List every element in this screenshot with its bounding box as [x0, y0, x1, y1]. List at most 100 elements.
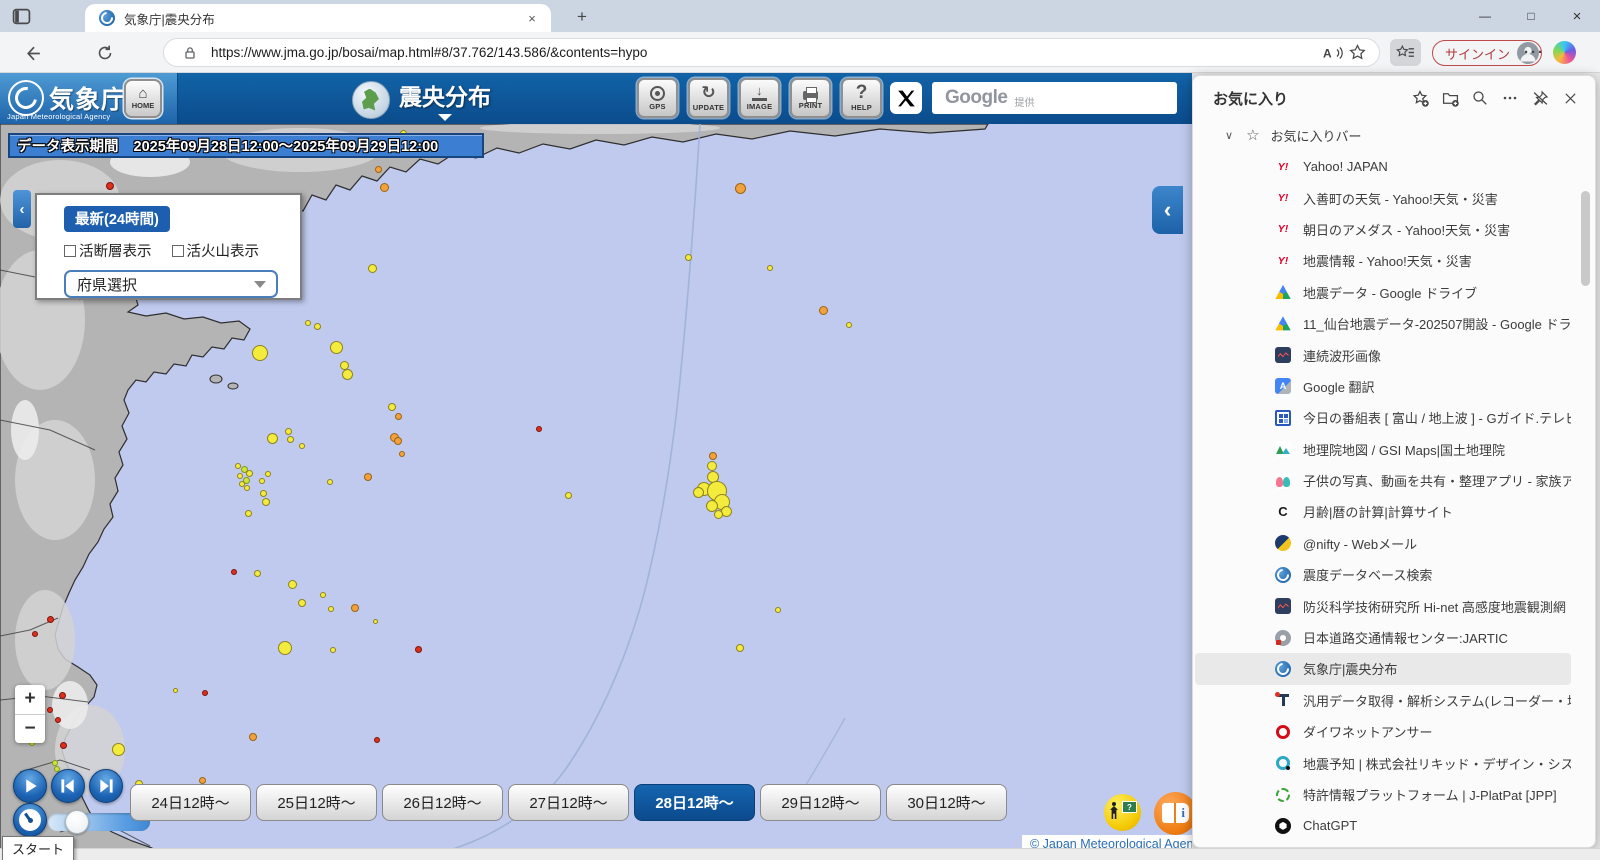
- latest-24h-button[interactable]: 最新(24時間): [64, 206, 170, 232]
- expand-panel-right-button[interactable]: ‹: [1152, 186, 1183, 234]
- refresh-button[interactable]: [92, 41, 118, 65]
- copilot-icon[interactable]: [1553, 41, 1576, 64]
- favorite-item[interactable]: 日本道路交通情報センター:JARTIC: [1195, 622, 1571, 653]
- add-favorite-icon[interactable]: [1407, 85, 1433, 111]
- favorite-item[interactable]: ダイワネットアンサー: [1195, 716, 1571, 747]
- maximize-icon[interactable]: □: [1508, 0, 1554, 32]
- earthquake-dot: [693, 487, 704, 498]
- favorite-item[interactable]: 11_仙台地震データ-202507開設 - Google ドライブ: [1195, 308, 1571, 339]
- favorite-item[interactable]: Yahoo! JAPAN: [1195, 151, 1571, 182]
- update-button[interactable]: UPDATE: [688, 78, 729, 118]
- url-text[interactable]: https://www.jma.go.jp/bosai/map.html#8/3…: [211, 45, 1321, 60]
- favorite-label: 汎用データ取得・解析システム(レコーダー・増幅器: [1303, 691, 1571, 710]
- day-button-4[interactable]: 28日12時〜: [634, 784, 755, 821]
- address-bar[interactable]: https://www.jma.go.jp/bosai/map.html#8/3…: [163, 38, 1380, 67]
- checkbox-icon[interactable]: [172, 245, 184, 257]
- favorite-item[interactable]: ChatGPT: [1195, 810, 1571, 841]
- settings-menu-icon[interactable]: ···: [1524, 44, 1545, 61]
- favorite-label: 連続波形画像: [1303, 346, 1381, 365]
- earthquake-dot: [775, 607, 781, 613]
- active-volcano-checkbox[interactable]: 活火山表示: [172, 240, 260, 261]
- favorite-label: ChatGPT: [1303, 818, 1357, 833]
- favorite-item[interactable]: 入善町の天気 - Yahoo!天気・災害: [1195, 182, 1571, 213]
- day-button-0[interactable]: 24日12時〜: [130, 784, 251, 821]
- zoom-out-button[interactable]: −: [15, 715, 45, 744]
- favorite-item[interactable]: 気象庁|震央分布: [1195, 653, 1571, 684]
- close-panel-icon[interactable]: [1557, 85, 1583, 111]
- new-tab-button[interactable]: +: [570, 6, 594, 28]
- help-icon: [856, 85, 868, 102]
- jma-logo-block[interactable]: 気象庁 Japan Meteorological Agency ⌂ HOME: [0, 73, 178, 124]
- active-fault-checkbox[interactable]: 活断層表示: [64, 240, 152, 261]
- favorite-label: 11_仙台地震データ-202507開設 - Google ドライブ: [1303, 314, 1571, 333]
- home-button[interactable]: ⌂ HOME: [124, 79, 162, 118]
- day-button-5[interactable]: 29日12時〜: [760, 784, 881, 821]
- earthquake-dot: [245, 510, 252, 517]
- back-button[interactable]: [20, 41, 46, 65]
- earthquake-dot: [246, 470, 253, 477]
- favorite-item[interactable]: @nifty - Webメール: [1195, 528, 1571, 559]
- day-button-6[interactable]: 30日12時〜: [886, 784, 1007, 821]
- chevron-down-icon[interactable]: [438, 114, 452, 121]
- favorite-item[interactable]: 地震予知 | 株式会社リキッド・デザイン・システム:: [1195, 747, 1571, 778]
- slider-knob[interactable]: [65, 810, 89, 834]
- jma-icon: [1275, 661, 1291, 677]
- add-folder-icon[interactable]: [1437, 85, 1463, 111]
- favorite-item[interactable]: 月齢|暦の計算|計算サイト: [1195, 496, 1571, 527]
- globe-icon: [352, 81, 390, 119]
- prefecture-select[interactable]: 府県選択: [64, 270, 278, 298]
- favorite-item[interactable]: 地震情報 - Yahoo!天気・災害: [1195, 245, 1571, 276]
- favorite-star-icon[interactable]: [1345, 42, 1369, 64]
- x-share-button[interactable]: [890, 82, 922, 114]
- more-options-icon[interactable]: [1497, 85, 1523, 111]
- speed-gauge-button[interactable]: [13, 803, 47, 837]
- favorite-label: ダイワネットアンサー: [1303, 722, 1432, 741]
- windows-taskbar[interactable]: [0, 848, 1600, 860]
- checkbox-icon[interactable]: [64, 245, 76, 257]
- close-window-icon[interactable]: ×: [1554, 0, 1600, 32]
- collapse-panel-left-button[interactable]: ‹: [13, 190, 31, 228]
- help-button[interactable]: HELP: [841, 78, 882, 118]
- skip-to-end-button[interactable]: [89, 769, 123, 803]
- minimize-icon[interactable]: —: [1462, 0, 1508, 32]
- favorite-item[interactable]: 震度データベース検索: [1195, 559, 1571, 590]
- google-search-box[interactable]: Google 提供: [932, 82, 1177, 114]
- tab-close-icon[interactable]: ×: [523, 9, 541, 27]
- print-button[interactable]: PRINT: [790, 78, 831, 118]
- play-button[interactable]: [13, 769, 47, 803]
- favorite-item[interactable]: 防災科学技術研究所 Hi-net 高感度地震観測網: [1195, 590, 1571, 621]
- tab-jma[interactable]: 気象庁|震央分布 ×: [85, 4, 551, 32]
- epicenter-map[interactable]: データ表示期間 2025年09月28日12:00〜2025年09月29日12:0…: [0, 124, 1192, 848]
- chevron-down-icon[interactable]: ∨: [1225, 129, 1233, 142]
- favorite-item[interactable]: 特許情報プラットフォーム | J-PlatPat [JPP]: [1195, 779, 1571, 810]
- favorites-bar-folder[interactable]: ∨ ☆ お気に入りバー: [1193, 122, 1595, 148]
- scrollbar-thumb[interactable]: [1581, 191, 1590, 286]
- favorite-item[interactable]: 地震データ - Google ドライブ: [1195, 277, 1571, 308]
- favorite-item[interactable]: Google 翻訳: [1195, 371, 1571, 402]
- search-favorites-icon[interactable]: [1467, 85, 1493, 111]
- earthquake-dot: [265, 471, 271, 477]
- favorite-item[interactable]: 子供の写真、動画を共有・整理アプリ - 家族アルバ: [1195, 465, 1571, 496]
- favorite-item[interactable]: 連続波形画像: [1195, 339, 1571, 370]
- zoom-in-button[interactable]: +: [15, 685, 45, 715]
- gps-button[interactable]: GPS: [637, 78, 678, 118]
- favorite-item[interactable]: 今日の番組表 [ 富山 / 地上波 ] - Gガイド.テレビ王国: [1195, 402, 1571, 433]
- sign-in-label: サインイン: [1445, 44, 1510, 63]
- image-button[interactable]: IMAGE: [739, 78, 780, 118]
- favorite-item[interactable]: 地理院地図 / GSI Maps|国土地理院: [1195, 434, 1571, 465]
- day-button-3[interactable]: 27日12時〜: [508, 784, 629, 821]
- unpin-panel-icon[interactable]: [1527, 85, 1553, 111]
- guide-book-button[interactable]: [1154, 792, 1192, 835]
- read-aloud-icon[interactable]: A: [1321, 42, 1345, 64]
- favorite-item[interactable]: 汎用データ取得・解析システム(レコーダー・増幅器: [1195, 685, 1571, 716]
- earthquake-dot: [394, 437, 402, 445]
- favorites-hub-button[interactable]: [1390, 39, 1421, 66]
- tab-workspaces-icon[interactable]: [10, 6, 32, 26]
- tutorial-button[interactable]: ?: [1104, 794, 1141, 831]
- favorite-item[interactable]: 朝日のアメダス - Yahoo!天気・災害: [1195, 214, 1571, 245]
- lock-icon[interactable]: [178, 42, 202, 64]
- home-icon: ⌂: [138, 87, 147, 101]
- skip-to-start-button[interactable]: [51, 769, 85, 803]
- day-button-2[interactable]: 26日12時〜: [382, 784, 503, 821]
- day-button-1[interactable]: 25日12時〜: [256, 784, 377, 821]
